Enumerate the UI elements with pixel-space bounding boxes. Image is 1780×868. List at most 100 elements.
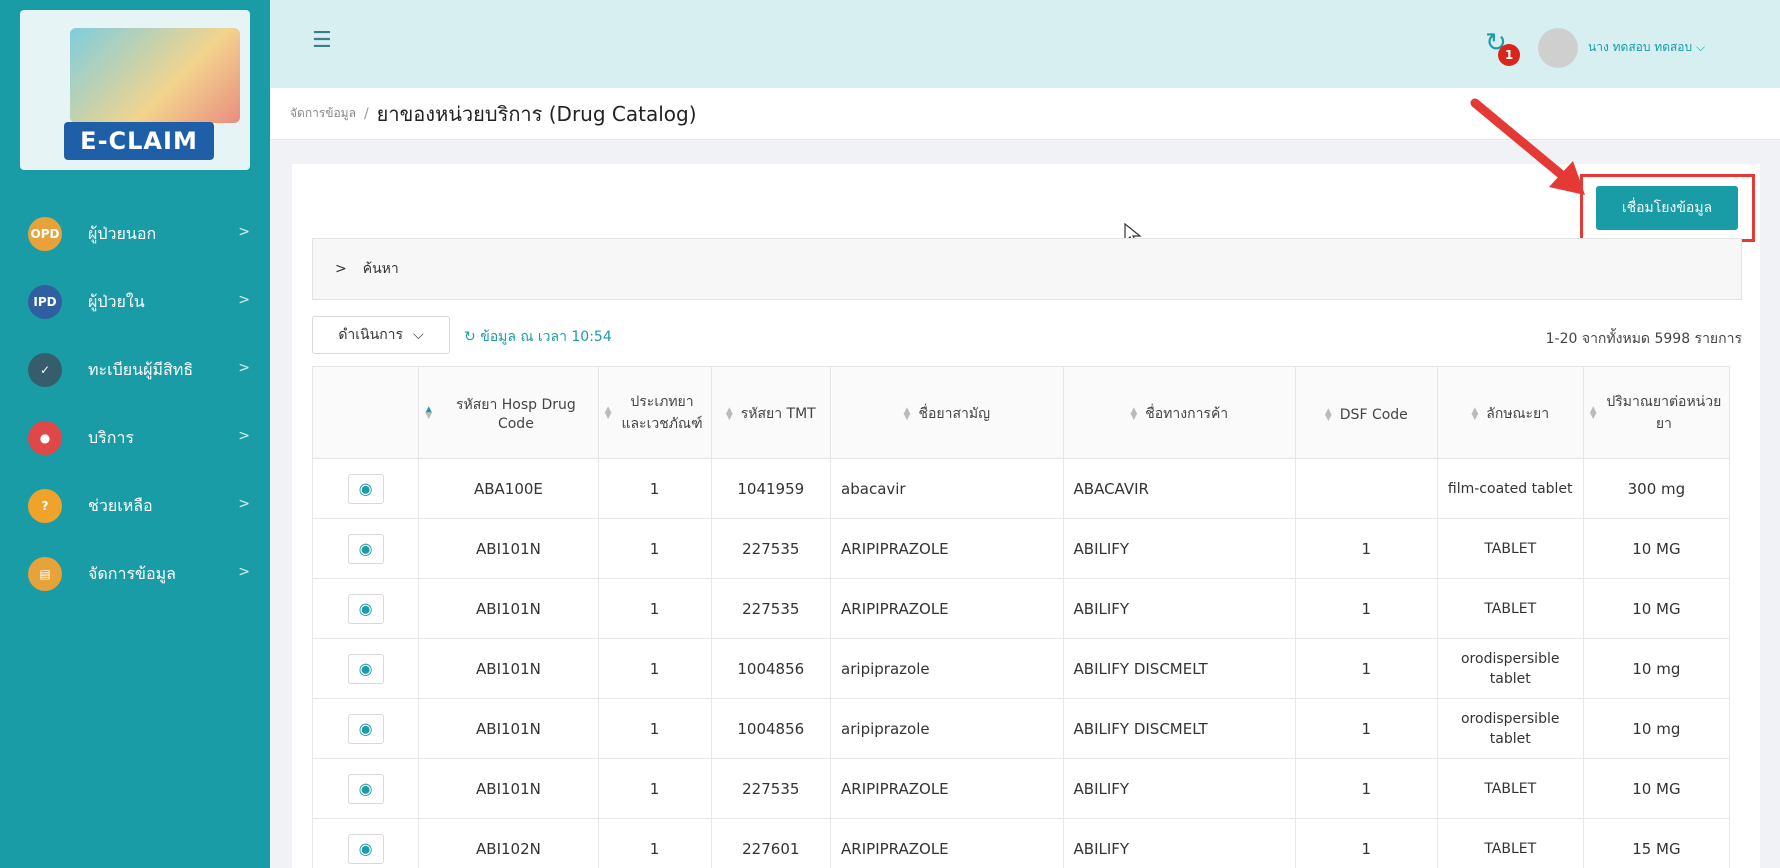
chevron-right-icon: >: [238, 564, 250, 580]
view-eye-icon[interactable]: ◉: [347, 713, 384, 744]
table-cell-dsf: [1294, 458, 1438, 519]
table-cell-action: ◉: [312, 698, 420, 759]
sidebar-item-label: บริการ: [88, 427, 135, 447]
avatar[interactable]: [1538, 28, 1578, 68]
sidebar-item-label: ผู้ป่วยใน: [88, 291, 145, 311]
table-cell-generic: ARIPIPRAZOLE: [830, 818, 1064, 868]
table-body: ◉ ABA100E 1 1041959 abacavir ABACAVIR film-coa…: [312, 458, 1730, 868]
table-cell-tmt: 1004856: [710, 638, 832, 699]
sidebar-item-2[interactable]: ✓ ทะเบียนผู้มีสิทธิ >: [0, 336, 270, 404]
table-cell-dsf: 1: [1294, 578, 1438, 639]
data-manage-icon: ▤: [28, 557, 62, 591]
table-row: ◉ ABI101N 1 227535 ARIPIPRAZOLE ABILIFY 1 TABLE…: [312, 518, 1730, 579]
sort-icon: ▲ ▼: [425, 404, 433, 421]
drug-table-container: ▲ ▼ รหัสยา Hosp Drug Code ▲ ▼ ประเภทยาและเวชภ…: [312, 366, 1730, 868]
refresh-button[interactable]: ↻ ข้อมูล ณ เวลา 10:54: [464, 326, 612, 348]
table-cell-dsf: 1: [1294, 518, 1438, 579]
column-header: [312, 366, 420, 459]
view-eye-icon[interactable]: ◉: [347, 533, 384, 564]
table-cell-trade: ABILIFY DISCMELT: [1062, 698, 1296, 759]
table-cell-action: ◉: [312, 578, 420, 639]
table-cell-form: TABLET: [1436, 578, 1584, 639]
table-cell-action: ◉: [312, 458, 420, 519]
column-header[interactable]: ▲ ▼ ประเภทยาและเวชภัณฑ์: [597, 366, 712, 459]
logo-illustration: [70, 28, 240, 123]
table-row: ◉ ABI101N 1 1004856 aripiprazole ABILIFY DISC…: [312, 638, 1730, 699]
column-header[interactable]: ▲ ▼ ชื่อยาสามัญ: [830, 366, 1064, 459]
table-cell-dose: 10 MG: [1582, 758, 1730, 819]
sidebar-item-1[interactable]: IPD ผู้ป่วยใน >: [0, 268, 270, 336]
chevron-right-icon: >: [238, 360, 250, 376]
sort-icon: ▲ ▼: [1471, 405, 1479, 422]
table-cell-trade: ABILIFY: [1062, 758, 1296, 819]
sidebar: E-CLAIM OPD ผู้ป่วยนอก > IPD ผู้ป่วยใน > ✓ ทะเบ…: [0, 0, 270, 868]
column-header-label: ลักษณะยา: [1486, 405, 1550, 422]
user-menu[interactable]: นาง ทดสอบ ทดสอบ ⌵: [1588, 38, 1705, 57]
table-row: ◉ ABI102N 1 227601 ARIPIPRAZOLE ABILIFY 1 TABLE…: [312, 818, 1730, 868]
table-cell-trade: ABILIFY DISCMELT: [1062, 638, 1296, 699]
drug-table: ▲ ▼ รหัสยา Hosp Drug Code ▲ ▼ ประเภทยาและเวชภ…: [312, 366, 1730, 868]
column-header-label: ปริมาณยาต่อหน่วยยา: [1606, 393, 1722, 432]
table-cell-generic: ARIPIPRAZOLE: [830, 578, 1064, 639]
sort-icon: ▲ ▼: [903, 405, 911, 422]
table-cell-dose: 15 MG: [1582, 818, 1730, 868]
table-cell-tmt: 227535: [710, 518, 832, 579]
table-cell-dsf: 1: [1294, 638, 1438, 699]
sidebar-menu: OPD ผู้ป่วยนอก > IPD ผู้ป่วยใน > ✓ ทะเบียนผู้มี…: [0, 200, 270, 608]
chevron-down-icon: ⌵: [1695, 40, 1706, 54]
column-header[interactable]: ▲ ▼ รหัสยา Hosp Drug Code: [418, 366, 599, 459]
column-header[interactable]: ▲ ▼ ลักษณะยา: [1436, 366, 1584, 459]
table-cell-dsf: 1: [1294, 758, 1438, 819]
table-cell-code: ABI102N: [418, 818, 599, 868]
sort-icon: ▲ ▼: [1324, 407, 1332, 423]
logo-text: E-CLAIM: [64, 122, 214, 160]
record-count: 1-20 จากทั้งหมด 5998 รายการ: [1545, 331, 1742, 347]
chevron-right-icon: >: [238, 496, 250, 512]
search-collapse[interactable]: > ค้นหา: [312, 238, 1742, 300]
column-header[interactable]: ▲ ▼ ชื่อทางการค้า: [1062, 366, 1296, 459]
view-eye-icon[interactable]: ◉: [347, 593, 384, 624]
view-eye-icon[interactable]: ◉: [347, 653, 384, 684]
sidebar-item-0[interactable]: OPD ผู้ป่วยนอก >: [0, 200, 270, 268]
table-cell-dose: 10 mg: [1582, 698, 1730, 759]
connect-data-button[interactable]: เชื่อมโยงข้อมูล: [1596, 186, 1738, 230]
table-cell-tmt: 227535: [710, 578, 832, 639]
menu-toggle-icon[interactable]: ☰: [312, 28, 332, 53]
table-row: ◉ ABI101N 1 227535 ARIPIPRAZOLE ABILIFY 1 TABLE…: [312, 578, 1730, 639]
table-cell-type: 1: [597, 758, 712, 819]
sidebar-item-3[interactable]: ● บริการ >: [0, 404, 270, 472]
table-cell-generic: ARIPIPRAZOLE: [830, 518, 1064, 579]
view-eye-icon[interactable]: ◉: [347, 473, 384, 504]
table-cell-generic: abacavir: [830, 458, 1064, 519]
column-header[interactable]: ▲ ▼ รหัสยา TMT: [710, 366, 832, 459]
e-claim-logo[interactable]: E-CLAIM: [20, 10, 250, 170]
table-cell-trade: ABILIFY: [1062, 818, 1296, 868]
table-cell-generic: ARIPIPRAZOLE: [830, 758, 1064, 819]
column-header-label: รหัสยา Hosp Drug Code: [455, 396, 576, 432]
registry-icon: ✓: [28, 353, 62, 387]
chevron-right-icon: >: [238, 428, 250, 444]
top-bar: ☰ ↻ 1 นาง ทดสอบ ทดสอบ ⌵: [270, 0, 1780, 88]
table-cell-type: 1: [597, 638, 712, 699]
table-cell-code: ABI101N: [418, 698, 599, 759]
action-dropdown[interactable]: ดำเนินการ ⌵: [312, 316, 450, 354]
sort-icon: ▲ ▼: [725, 405, 733, 422]
view-eye-icon[interactable]: ◉: [347, 773, 384, 804]
table-cell-action: ◉: [312, 638, 420, 699]
breadcrumb-parent[interactable]: จัดการข้อมูล: [290, 104, 356, 123]
table-cell-type: 1: [597, 818, 712, 868]
column-header[interactable]: ▲ ▼ DSF Code: [1294, 366, 1438, 459]
sidebar-item-label: ช่วยเหลือ: [88, 495, 153, 515]
sidebar-item-5[interactable]: ▤ จัดการข้อมูล >: [0, 540, 270, 608]
table-cell-form: TABLET: [1436, 518, 1584, 579]
refresh-icon: ↻: [464, 329, 476, 345]
table-cell-form: TABLET: [1436, 818, 1584, 868]
view-eye-icon[interactable]: ◉: [347, 833, 384, 864]
sidebar-item-4[interactable]: ? ช่วยเหลือ >: [0, 472, 270, 540]
column-header-label: DSF Code: [1339, 407, 1408, 423]
table-row: ◉ ABI101N 1 1004856 aripiprazole ABILIFY DISC…: [312, 698, 1730, 759]
column-header-label: ประเภทยาและเวชภัณฑ์: [621, 393, 703, 432]
table-cell-action: ◉: [312, 758, 420, 819]
column-header[interactable]: ▲ ▼ ปริมาณยาต่อหน่วยยา: [1582, 366, 1730, 459]
table-cell-generic: aripiprazole: [830, 638, 1064, 699]
